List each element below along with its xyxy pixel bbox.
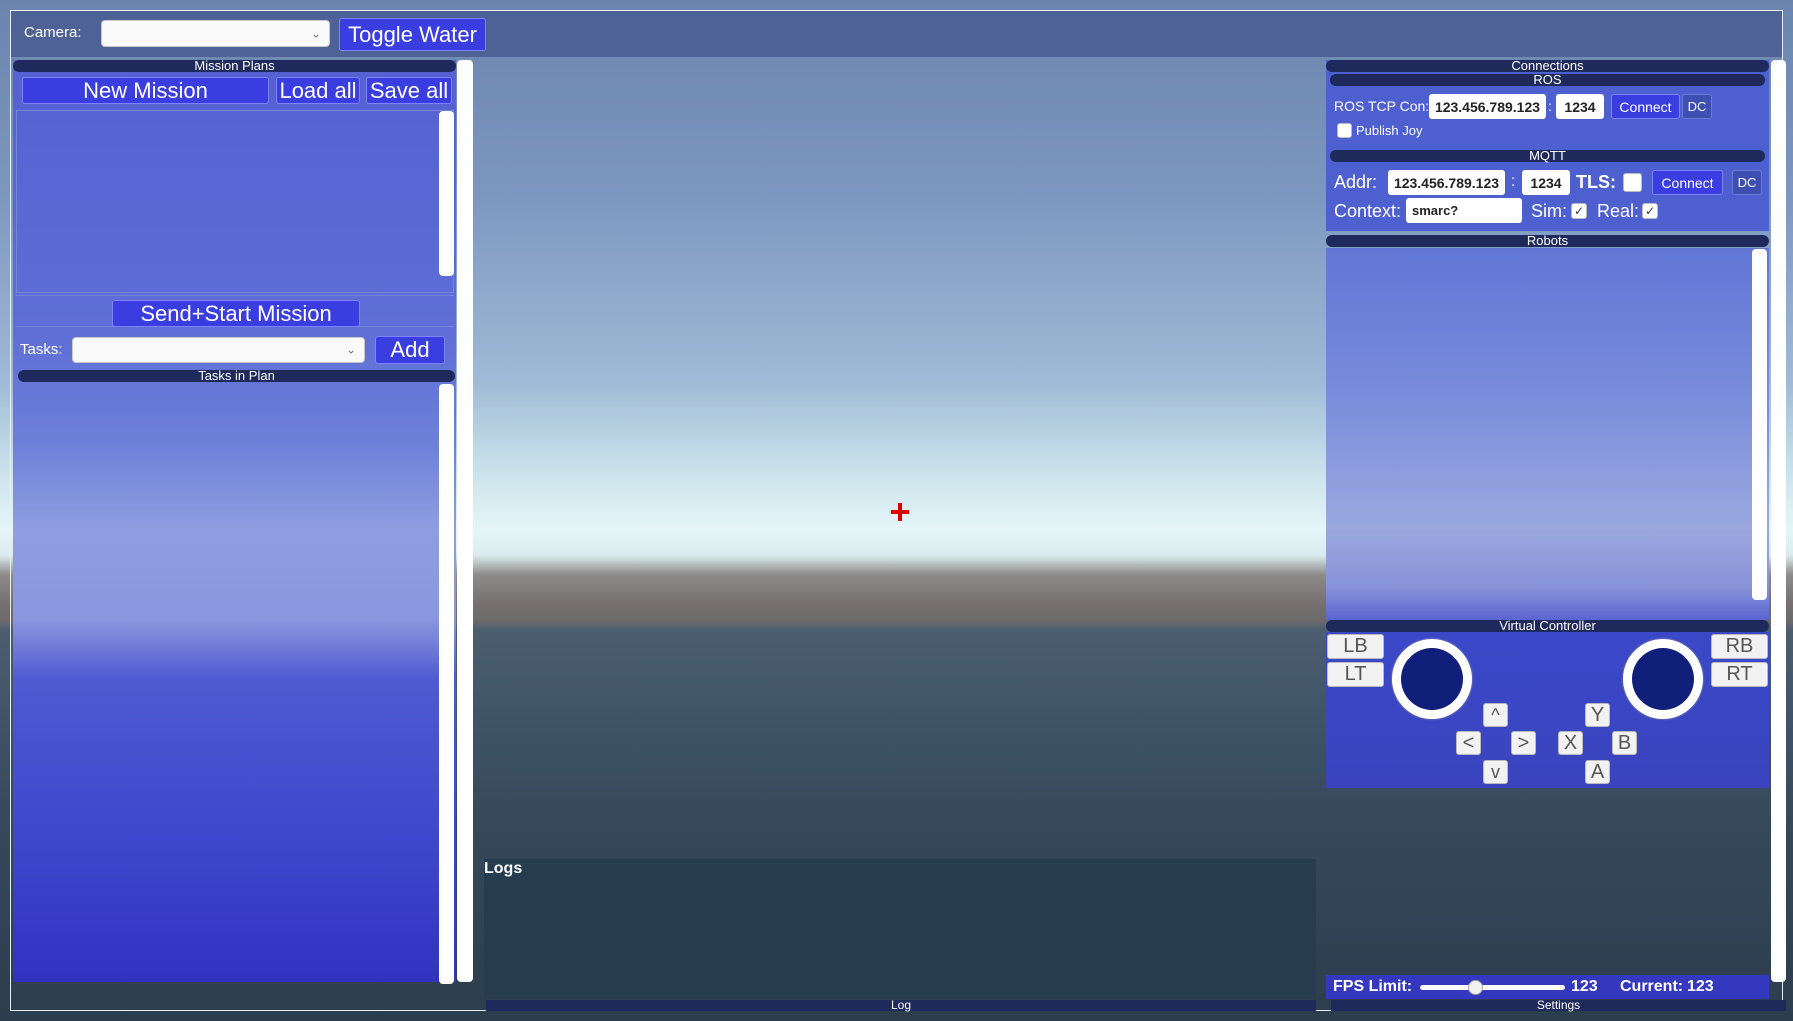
real-checkbox[interactable]: ✓ — [1642, 203, 1658, 219]
mqtt-dc-button[interactable]: DC — [1732, 170, 1762, 195]
left-panel-outer-scrollbar[interactable] — [457, 60, 473, 982]
fps-limit-value: 123 — [1571, 978, 1598, 995]
context-label: Context: — [1334, 201, 1402, 221]
robots-header: Robots — [1326, 234, 1769, 247]
log-tab[interactable]: Log — [486, 999, 1316, 1011]
dpad-left-button[interactable]: < — [1456, 731, 1481, 755]
y-button[interactable]: Y — [1585, 703, 1610, 727]
ros-tcp-label: ROS TCP Con: — [1334, 98, 1430, 114]
b-button[interactable]: B — [1612, 731, 1637, 755]
dpad-up-button[interactable]: ^ — [1483, 703, 1508, 727]
lb-button[interactable]: LB — [1327, 634, 1384, 659]
publish-joy-label: Publish Joy — [1356, 123, 1423, 138]
crosshair-icon — [891, 503, 909, 521]
robots-list[interactable] — [1326, 248, 1769, 620]
dpad-right-button[interactable]: > — [1511, 731, 1536, 755]
logs-title: Logs — [484, 860, 523, 877]
mqtt-port-input[interactable]: 1234 — [1522, 170, 1570, 195]
fps-limit-label: FPS Limit: — [1333, 978, 1413, 995]
tls-checkbox[interactable] — [1623, 173, 1642, 192]
a-button[interactable]: A — [1585, 760, 1610, 784]
toggle-water-button[interactable]: Toggle Water — [339, 18, 486, 51]
right-joystick[interactable] — [1623, 639, 1703, 719]
ros-header: ROS — [1330, 73, 1765, 86]
camera-label: Camera: — [24, 24, 82, 41]
mission-plans-scrollbar[interactable] — [439, 111, 454, 276]
save-all-button[interactable]: Save all — [366, 77, 452, 104]
virtual-controller-panel — [1326, 632, 1769, 788]
add-task-button[interactable]: Add — [375, 336, 445, 364]
tasks-in-plan-list[interactable] — [16, 383, 454, 983]
fps-slider-thumb[interactable] — [1468, 980, 1484, 995]
logs-panel — [484, 859, 1316, 999]
connections-header: Connections — [1326, 59, 1769, 72]
tasks-in-plan-scrollbar[interactable] — [439, 384, 454, 984]
ros-port-input[interactable]: 1234 — [1556, 94, 1604, 119]
mqtt-connect-button[interactable]: Connect — [1652, 170, 1723, 195]
tls-label: TLS: — [1576, 172, 1616, 192]
camera-select[interactable]: ⌄ — [101, 20, 330, 47]
settings-tab[interactable]: Settings — [1331, 999, 1786, 1011]
mqtt-sep: : — [1511, 173, 1516, 190]
tasks-label: Tasks: — [20, 341, 63, 358]
ros-sep: : — [1548, 98, 1552, 114]
sim-checkbox[interactable]: ✓ — [1571, 203, 1587, 219]
fps-current-label: Current: — [1620, 978, 1684, 995]
mission-plans-header: Mission Plans — [13, 59, 456, 72]
send-start-mission-button[interactable]: Send+Start Mission — [112, 300, 360, 327]
right-joystick-knob[interactable] — [1632, 648, 1694, 710]
fps-current-value: 123 — [1687, 978, 1714, 995]
load-all-button[interactable]: Load all — [276, 77, 360, 104]
ros-ip-input[interactable]: 123.456.789.123 — [1429, 94, 1546, 119]
robots-scrollbar[interactable] — [1752, 249, 1767, 600]
x-button[interactable]: X — [1558, 731, 1583, 755]
sim-label: Sim: — [1531, 201, 1567, 221]
fps-slider[interactable] — [1420, 980, 1565, 995]
mqtt-ip-input[interactable]: 123.456.789.123 — [1388, 170, 1505, 195]
new-mission-button[interactable]: New Mission — [22, 77, 269, 104]
virtual-controller-header: Virtual Controller — [1326, 619, 1769, 632]
tasks-select[interactable]: ⌄ — [72, 337, 365, 363]
ros-connect-button[interactable]: Connect — [1611, 94, 1680, 119]
tasks-in-plan-header: Tasks in Plan — [18, 369, 455, 382]
rb-button[interactable]: RB — [1711, 634, 1768, 659]
publish-joy-checkbox[interactable] — [1337, 123, 1352, 138]
left-joystick-knob[interactable] — [1401, 648, 1463, 710]
ros-dc-button[interactable]: DC — [1682, 94, 1712, 119]
real-label: Real: — [1597, 201, 1640, 221]
lt-button[interactable]: LT — [1327, 662, 1384, 687]
left-joystick[interactable] — [1392, 639, 1472, 719]
top-bar: Camera: ⌄ Toggle Water — [11, 11, 1782, 57]
mission-plans-list[interactable] — [16, 110, 454, 293]
rt-button[interactable]: RT — [1711, 662, 1768, 687]
chevron-down-icon: ⌄ — [310, 25, 321, 40]
chevron-down-icon: ⌄ — [345, 342, 356, 357]
dpad-down-button[interactable]: v — [1483, 760, 1508, 784]
right-panel-outer-scrollbar[interactable] — [1771, 60, 1786, 982]
mqtt-header: MQTT — [1330, 149, 1765, 162]
context-input[interactable]: smarc? — [1406, 198, 1522, 223]
mqtt-addr-label: Addr: — [1334, 172, 1378, 192]
